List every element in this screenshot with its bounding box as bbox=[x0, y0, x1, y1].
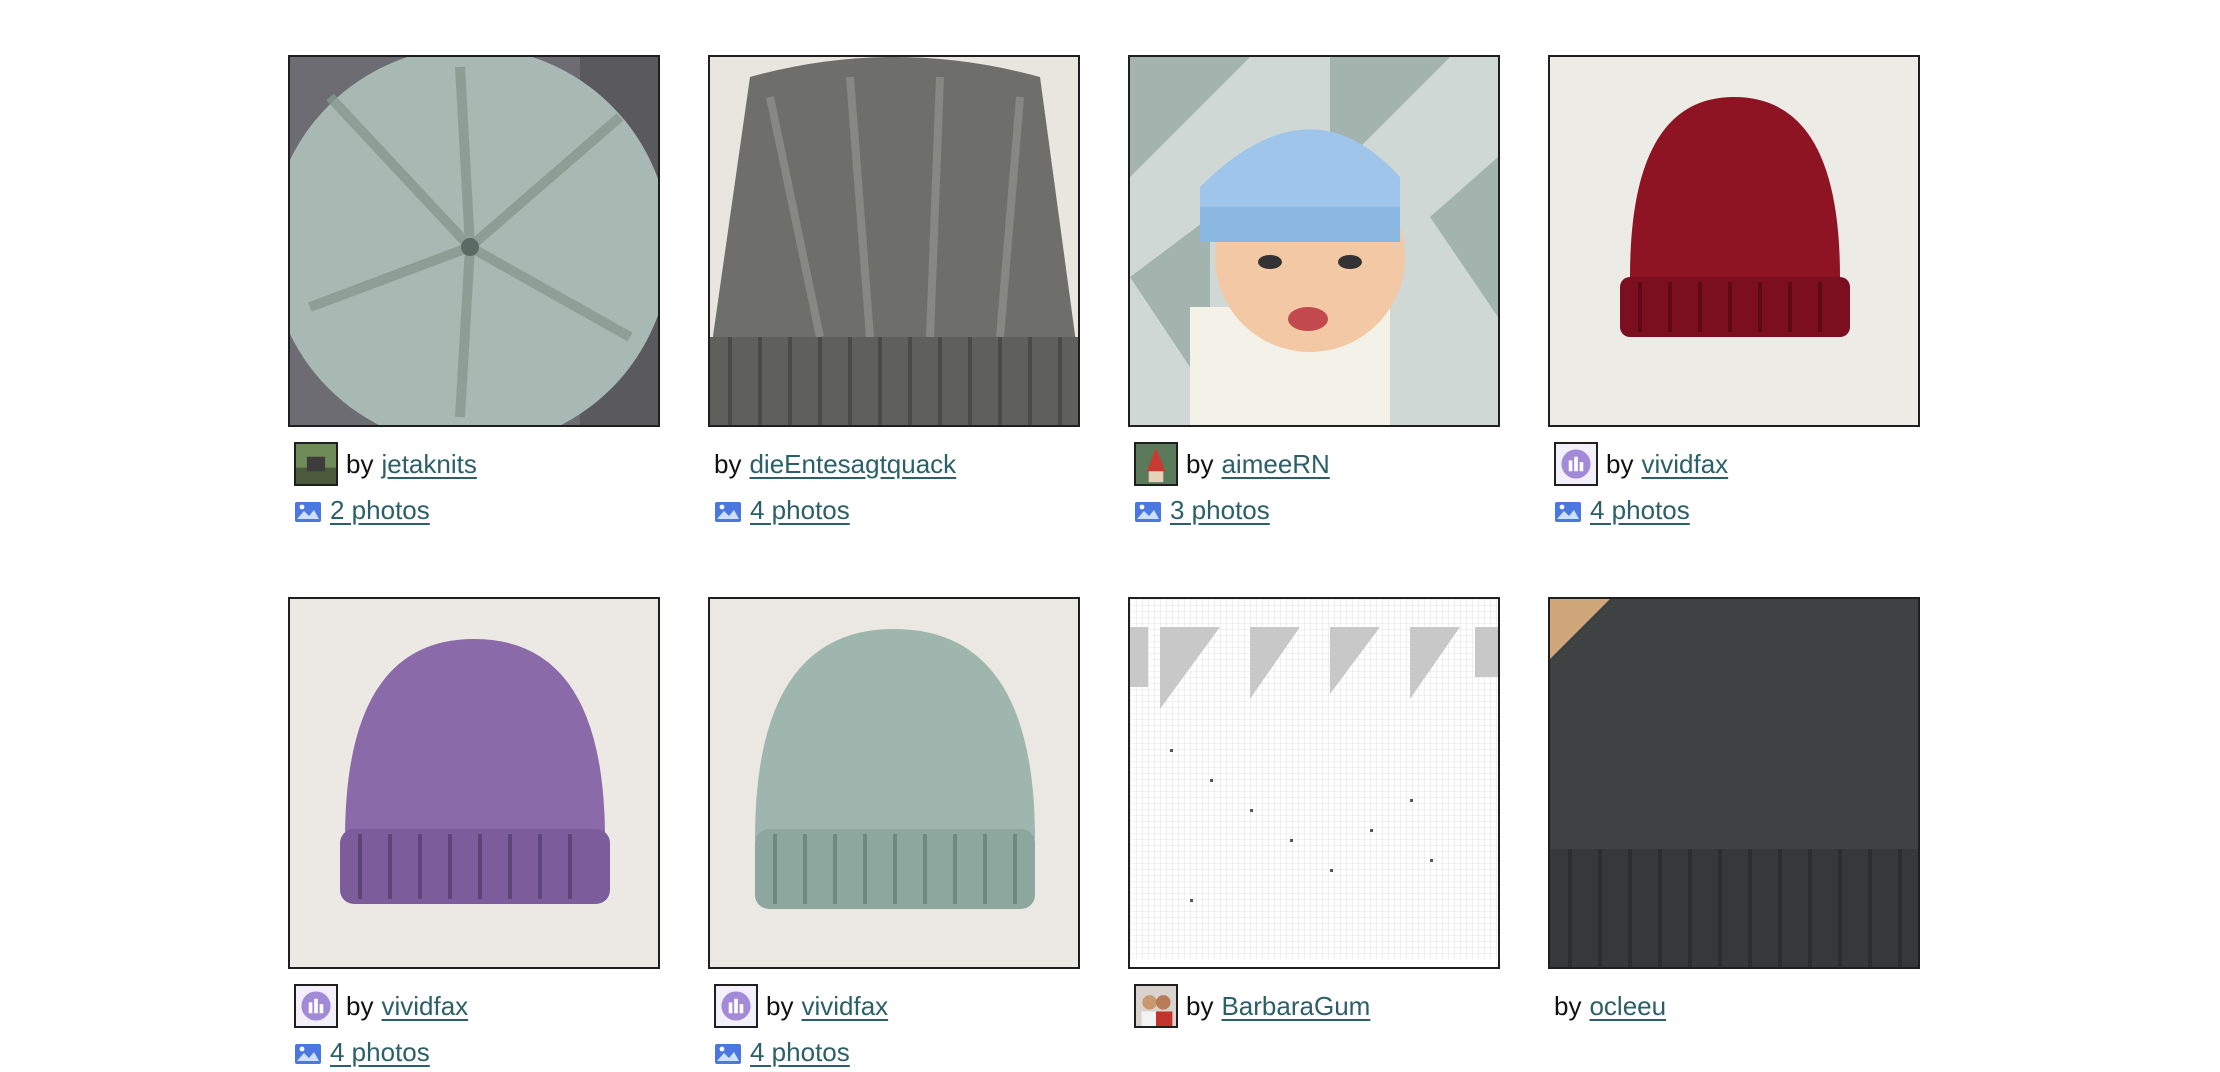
avatar[interactable] bbox=[1134, 984, 1178, 1028]
baby-doll-photo-image bbox=[1130, 57, 1498, 425]
project-card: by aimeeRN 3 photos bbox=[1128, 55, 1500, 530]
photos-row: 4 photos bbox=[708, 490, 1080, 530]
user-link[interactable]: jetaknits bbox=[381, 449, 476, 480]
user-link[interactable]: BarbaraGum bbox=[1221, 991, 1370, 1022]
by-label: by bbox=[766, 990, 794, 1021]
user-link[interactable]: vividfax bbox=[801, 991, 888, 1022]
by-label: by bbox=[1554, 990, 1582, 1021]
photos-link[interactable]: 2 photos bbox=[330, 495, 430, 526]
project-card: by dieEntesagtquack 4 photos bbox=[708, 55, 1080, 530]
by-label: by bbox=[1186, 448, 1214, 479]
avatar-image bbox=[1136, 986, 1176, 1026]
user-link[interactable]: ocleeu bbox=[1589, 991, 1666, 1022]
avatar[interactable] bbox=[294, 984, 338, 1028]
avatar[interactable] bbox=[294, 442, 338, 486]
photos-link[interactable]: 4 photos bbox=[750, 1037, 850, 1068]
project-photo[interactable] bbox=[288, 597, 660, 969]
photos-icon bbox=[294, 499, 322, 522]
byline: by vividfax bbox=[288, 982, 660, 1030]
project-photo[interactable] bbox=[1128, 597, 1500, 969]
photos-link[interactable]: 4 photos bbox=[750, 495, 850, 526]
project-photo[interactable] bbox=[1548, 55, 1920, 427]
project-card: by vividfax 4 photos bbox=[1548, 55, 1920, 530]
by-label: by bbox=[346, 990, 374, 1021]
user-link[interactable]: vividfax bbox=[1641, 449, 1728, 480]
photos-icon bbox=[714, 499, 742, 522]
photos-icon bbox=[1134, 499, 1162, 522]
photos-icon bbox=[1554, 499, 1582, 522]
avatar[interactable] bbox=[714, 984, 758, 1028]
byline: by vividfax bbox=[1548, 440, 1920, 488]
avatar-image bbox=[296, 986, 336, 1026]
project-card: by ocleeu bbox=[1548, 597, 1920, 1030]
project-photo[interactable] bbox=[1128, 55, 1500, 427]
by-label: by bbox=[1186, 990, 1214, 1021]
user-link[interactable]: aimeeRN bbox=[1221, 449, 1329, 480]
photos-link[interactable]: 4 photos bbox=[1590, 495, 1690, 526]
byline: by vividfax bbox=[708, 982, 1080, 1030]
photos-row: 4 photos bbox=[288, 1032, 660, 1072]
hat-photo-image bbox=[290, 57, 658, 425]
avatar-image bbox=[716, 986, 756, 1026]
byline: by ocleeu bbox=[1548, 982, 1920, 1030]
avatar-image bbox=[296, 444, 336, 484]
byline: by dieEntesagtquack bbox=[708, 440, 1080, 488]
photos-link[interactable]: 3 photos bbox=[1170, 495, 1270, 526]
photos-row: 4 photos bbox=[708, 1032, 1080, 1072]
hat-photo-image bbox=[710, 57, 1078, 425]
photos-row: 4 photos bbox=[1548, 490, 1920, 530]
hat-photo-image bbox=[1550, 57, 1918, 425]
project-photo[interactable] bbox=[1548, 597, 1920, 969]
user-link[interactable]: vividfax bbox=[381, 991, 468, 1022]
project-card: by vividfax 4 photos bbox=[288, 597, 660, 1072]
avatar[interactable] bbox=[1134, 442, 1178, 486]
project-grid: by jetaknits 2 photos by dieEntesagtquac… bbox=[0, 0, 2220, 1067]
avatar-image bbox=[1136, 444, 1176, 484]
byline: by aimeeRN bbox=[1128, 440, 1500, 488]
photos-icon bbox=[714, 1041, 742, 1064]
by-label: by bbox=[714, 448, 742, 479]
project-photo[interactable] bbox=[708, 55, 1080, 427]
project-card: by jetaknits 2 photos bbox=[288, 55, 660, 530]
project-photo[interactable] bbox=[288, 55, 660, 427]
project-card: by BarbaraGum bbox=[1128, 597, 1500, 1030]
avatar-image bbox=[1556, 444, 1596, 484]
by-label: by bbox=[1606, 448, 1634, 479]
byline: by jetaknits bbox=[288, 440, 660, 488]
hat-photo-image bbox=[1550, 599, 1918, 967]
by-label: by bbox=[346, 448, 374, 479]
photos-link[interactable]: 4 photos bbox=[330, 1037, 430, 1068]
photos-row: 2 photos bbox=[288, 490, 660, 530]
hat-photo-image bbox=[710, 599, 1078, 967]
byline: by BarbaraGum bbox=[1128, 982, 1500, 1030]
project-card: by vividfax 4 photos bbox=[708, 597, 1080, 1072]
user-link[interactable]: dieEntesagtquack bbox=[749, 449, 956, 480]
knitting-chart-image bbox=[1130, 599, 1498, 967]
photos-icon bbox=[294, 1041, 322, 1064]
project-photo[interactable] bbox=[708, 597, 1080, 969]
hat-photo-image bbox=[290, 599, 658, 967]
avatar[interactable] bbox=[1554, 442, 1598, 486]
photos-row: 3 photos bbox=[1128, 490, 1500, 530]
